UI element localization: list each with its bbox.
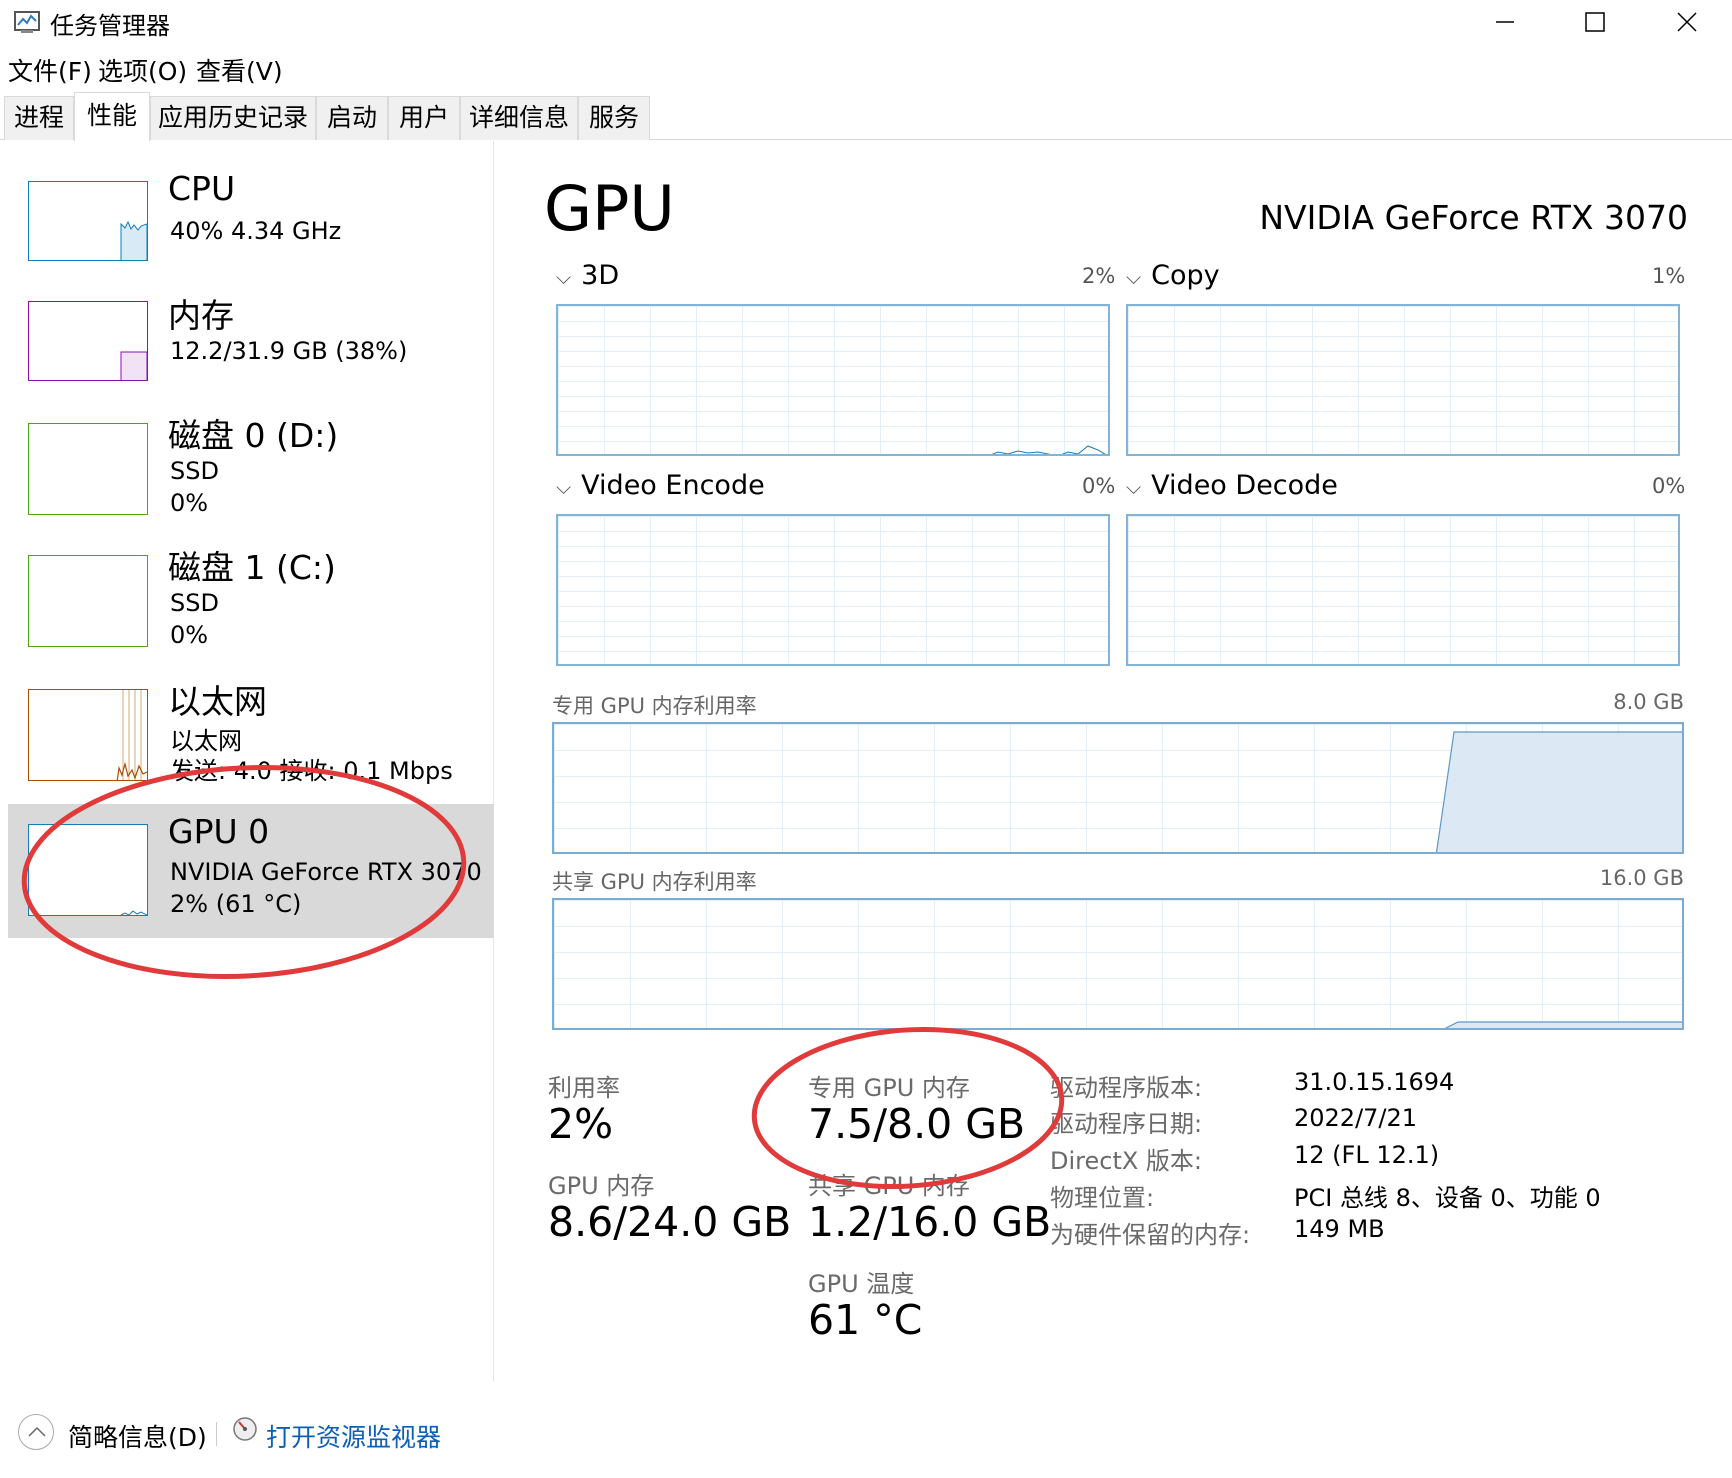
engine-copy-graph	[1126, 304, 1680, 456]
resource-detail: 40% 4.34 GHz	[170, 217, 342, 245]
close-icon[interactable]	[1652, 0, 1722, 44]
gpu-temperature-value: 61 °C	[808, 1296, 923, 1344]
resource-detail: SSD	[170, 589, 219, 617]
engine-copy-selector[interactable]: ⌵ Copy	[1126, 260, 1220, 291]
dedicated-memory-chart-max: 8.0 GB	[1613, 690, 1684, 714]
driver-date-value: 2022/7/21	[1294, 1104, 1418, 1132]
chevron-down-icon: ⌵	[1126, 475, 1142, 499]
tab-users[interactable]: 用户	[388, 96, 460, 140]
shared-memory-label: 共享 GPU 内存	[808, 1172, 970, 1200]
shared-memory-chart-label: 共享 GPU 内存利用率	[552, 870, 757, 894]
footer-divider	[216, 1422, 217, 1446]
resource-monitor-icon[interactable]	[232, 1416, 258, 1442]
tab-services[interactable]: 服务	[578, 96, 650, 140]
tab-performance[interactable]: 性能	[74, 92, 150, 141]
page-title: GPU	[544, 172, 675, 245]
task-manager-icon	[14, 11, 40, 33]
resource-detail: 0%	[170, 621, 209, 649]
resource-title: 内存	[168, 296, 234, 335]
cpu-thumbnail	[28, 181, 148, 261]
chevron-down-icon: ⌵	[1126, 265, 1142, 289]
dedicated-memory-chart-label: 专用 GPU 内存利用率	[552, 694, 757, 718]
footer: 简略信息(D) 打开资源监视器	[0, 1390, 1732, 1478]
tab-bar: 进程 性能 应用历史记录 启动 用户 详细信息 服务	[0, 92, 1732, 141]
dedicated-memory-value: 7.5/8.0 GB	[808, 1100, 1026, 1148]
resource-detail: 2% (61 °C)	[170, 890, 302, 918]
resource-memory[interactable]: 内存 12.2/31.9 GB (38%)	[8, 289, 494, 399]
resource-title: 以太网	[168, 682, 267, 721]
tab-app-history[interactable]: 应用历史记录	[150, 96, 316, 140]
disk-1-thumbnail	[28, 555, 148, 647]
engine-label: Video Encode	[581, 470, 765, 501]
physical-location-value: PCI 总线 8、设备 0、功能 0	[1294, 1184, 1601, 1212]
utilization-value: 2%	[548, 1100, 614, 1148]
resource-cpu[interactable]: CPU 40% 4.34 GHz	[8, 169, 494, 279]
menu-options[interactable]: 选项(O)	[98, 52, 187, 88]
engine-video-decode-graph	[1126, 514, 1680, 666]
reserved-memory-label: 为硬件保留的内存:	[1050, 1221, 1251, 1249]
driver-version-value: 31.0.15.1694	[1294, 1068, 1455, 1096]
gpu-memory-label: GPU 内存	[548, 1172, 655, 1200]
engine-percent: 0%	[1082, 474, 1116, 498]
physical-location-label: 物理位置:	[1050, 1184, 1155, 1212]
resource-disk-1[interactable]: 磁盘 1 (C:) SSD 0%	[8, 541, 494, 667]
tab-startup[interactable]: 启动	[316, 96, 388, 140]
resource-detail: NVIDIA GeForce RTX 3070	[170, 858, 482, 886]
ethernet-thumbnail	[28, 689, 148, 781]
window-title: 任务管理器	[50, 12, 170, 40]
shared-memory-graph	[552, 898, 1684, 1030]
chevron-up-icon[interactable]	[18, 1414, 54, 1450]
maximize-icon[interactable]	[1560, 0, 1630, 44]
resource-detail: 12.2/31.9 GB (38%)	[170, 337, 408, 365]
open-resource-monitor-link[interactable]: 打开资源监视器	[266, 1418, 441, 1454]
driver-version-label: 驱动程序版本:	[1050, 1074, 1203, 1102]
shared-memory-value: 1.2/16.0 GB	[808, 1198, 1052, 1246]
fewer-details-button[interactable]: 简略信息(D)	[68, 1418, 207, 1454]
resource-gpu-0[interactable]: GPU 0 NVIDIA GeForce RTX 3070 2% (61 °C)	[8, 804, 494, 938]
resource-title: 磁盘 1 (C:)	[168, 548, 336, 587]
resource-title: GPU 0	[168, 812, 270, 851]
chevron-down-icon: ⌵	[556, 475, 572, 499]
chevron-down-icon: ⌵	[556, 265, 572, 289]
resource-title: CPU	[168, 169, 236, 208]
engine-label: Copy	[1151, 260, 1220, 291]
menu-file[interactable]: 文件(F)	[8, 52, 92, 88]
tab-details[interactable]: 详细信息	[460, 96, 578, 140]
tab-processes[interactable]: 进程	[4, 96, 74, 140]
directx-version-value: 12 (FL 12.1)	[1294, 1141, 1440, 1169]
minimize-icon[interactable]	[1470, 0, 1540, 44]
memory-thumbnail	[28, 301, 148, 381]
engine-3d-selector[interactable]: ⌵ 3D	[556, 260, 619, 291]
engine-percent: 2%	[1082, 264, 1116, 288]
resource-disk-0[interactable]: 磁盘 0 (D:) SSD 0%	[8, 409, 494, 535]
resource-title: 磁盘 0 (D:)	[168, 416, 339, 455]
dedicated-memory-label: 专用 GPU 内存	[808, 1074, 970, 1102]
driver-date-label: 驱动程序日期:	[1050, 1110, 1203, 1138]
utilization-label: 利用率	[548, 1074, 620, 1102]
resource-detail: 发送: 4.0 接收: 0.1 Mbps	[170, 757, 453, 785]
engine-label: 3D	[581, 260, 620, 291]
engine-percent: 0%	[1652, 474, 1686, 498]
engine-video-encode-graph	[556, 514, 1110, 666]
engine-percent: 1%	[1652, 264, 1686, 288]
engine-3d-graph	[556, 304, 1110, 456]
shared-memory-chart-max: 16.0 GB	[1599, 866, 1684, 890]
resource-detail: SSD	[170, 457, 219, 485]
dedicated-memory-graph	[552, 722, 1684, 854]
engine-video-decode-selector[interactable]: ⌵ Video Decode	[1126, 470, 1338, 501]
menu-view[interactable]: 查看(V)	[196, 52, 283, 88]
resource-ethernet[interactable]: 以太网 以太网 发送: 4.0 接收: 0.1 Mbps	[8, 675, 494, 795]
gpu-memory-value: 8.6/24.0 GB	[548, 1198, 792, 1246]
resource-detail: 0%	[170, 489, 209, 517]
resource-list: CPU 40% 4.34 GHz 内存 12.2/31.9 GB (38%) 磁…	[0, 141, 494, 1381]
gpu-model-name: NVIDIA GeForce RTX 3070	[1259, 198, 1688, 237]
title-bar: 任务管理器	[0, 0, 1732, 44]
directx-version-label: DirectX 版本:	[1050, 1147, 1203, 1175]
gpu-thumbnail	[28, 824, 148, 916]
reserved-memory-value: 149 MB	[1294, 1215, 1385, 1243]
disk-0-thumbnail	[28, 423, 148, 515]
engine-video-encode-selector[interactable]: ⌵ Video Encode	[556, 470, 765, 501]
engine-label: Video Decode	[1151, 470, 1338, 501]
gpu-temperature-label: GPU 温度	[808, 1270, 915, 1298]
